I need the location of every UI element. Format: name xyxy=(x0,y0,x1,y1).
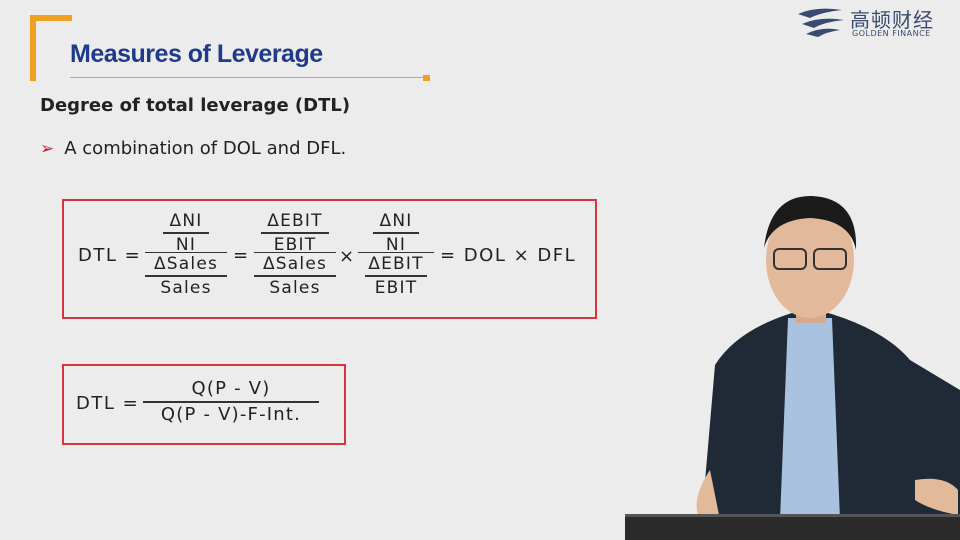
denominator-top: ΔEBIT xyxy=(368,254,424,274)
bullet-arrow-icon: ➢ xyxy=(40,138,55,159)
numerator-top: ΔNI xyxy=(169,211,203,231)
title-underline xyxy=(70,77,426,78)
title-underline-dot xyxy=(423,75,430,81)
section-heading: Degree of total leverage (DTL) xyxy=(40,95,351,116)
podium-desk xyxy=(625,514,960,540)
fraction-quantity-formula: Q(P - V) Q(P - V)-F-Int. xyxy=(143,377,319,427)
logo-english-text: GOLDEN FINANCE xyxy=(852,29,931,38)
denominator-top: ΔSales xyxy=(262,254,328,274)
numerator-top: ΔNI xyxy=(379,211,413,231)
denominator-bottom: Sales xyxy=(269,277,321,298)
golden-finance-logo: 高顿财经 GOLDEN FINANCE xyxy=(794,4,950,40)
slide-title: Measures of Leverage xyxy=(70,40,323,68)
denominator-bottom: Sales xyxy=(160,277,212,298)
denominator-top: ΔSales xyxy=(153,254,219,274)
formula1-rhs: = DOL × DFL xyxy=(440,245,577,266)
presenter-shirt xyxy=(780,318,840,520)
presenter-video xyxy=(696,195,960,540)
denominator: Q(P - V)-F-Int. xyxy=(160,403,302,425)
numerator: Q(P - V) xyxy=(191,378,271,399)
title-bracket-decoration xyxy=(30,15,72,81)
bullet-text: A combination of DOL and DFL. xyxy=(64,138,347,159)
formula1-lhs: DTL = xyxy=(78,245,142,266)
formula2-lhs: DTL = xyxy=(76,393,140,414)
denominator-bottom: EBIT xyxy=(374,277,418,298)
swoosh-icon xyxy=(798,8,844,37)
equals-sign: = xyxy=(233,245,250,266)
fraction-ebit-over-sales: ΔEBIT EBIT ΔSales Sales xyxy=(254,210,336,299)
fraction-ni-over-ebit: ΔNI NI ΔEBIT EBIT xyxy=(358,210,434,299)
fraction-ni-over-sales: ΔNI NI ΔSales Sales xyxy=(145,210,227,299)
bullet-point: ➢ A combination of DOL and DFL. xyxy=(40,138,346,159)
multiply-sign: × xyxy=(339,246,356,267)
numerator-top: ΔEBIT xyxy=(267,211,323,231)
